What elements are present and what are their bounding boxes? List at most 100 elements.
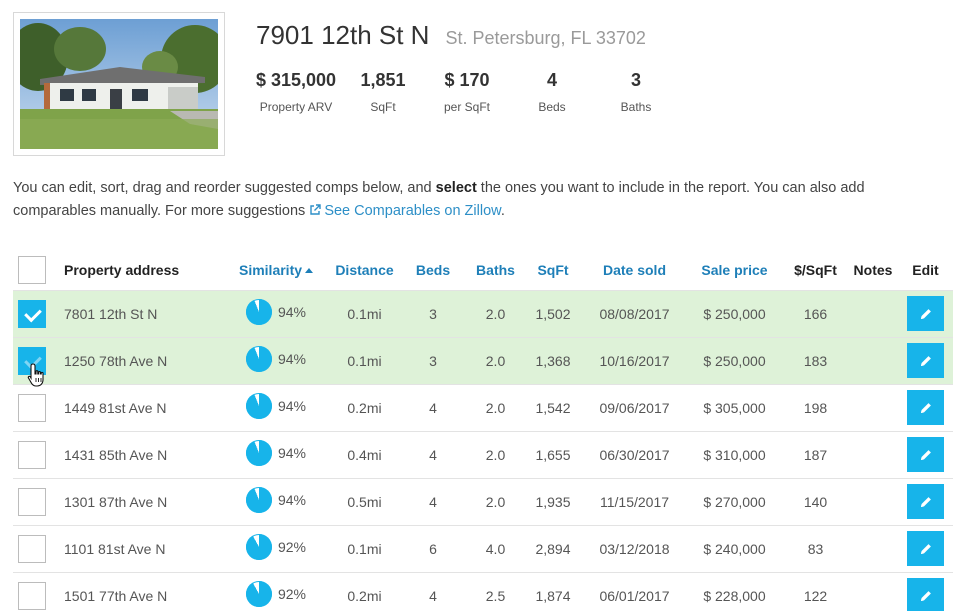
cell-baths: 2.0 bbox=[468, 430, 523, 478]
similarity-value: 94% bbox=[277, 304, 307, 320]
cell-sqft: 1,655 bbox=[523, 430, 583, 478]
property-photo bbox=[20, 19, 218, 149]
cell-baths: 2.5 bbox=[468, 571, 523, 611]
property-city: St. Petersburg, FL 33702 bbox=[445, 28, 646, 48]
cell-date-sold: 06/01/2017 bbox=[583, 571, 686, 611]
pencil-icon bbox=[920, 543, 931, 554]
cell-distance: 0.1mi bbox=[331, 524, 398, 572]
pencil-icon bbox=[920, 308, 931, 319]
row-checkbox[interactable] bbox=[18, 440, 46, 469]
header-date-sold[interactable]: Date sold bbox=[583, 250, 686, 290]
cell-similarity: 94% bbox=[221, 430, 331, 478]
row-select-cell bbox=[13, 477, 51, 525]
edit-button[interactable] bbox=[907, 484, 944, 519]
similarity-pie-icon bbox=[245, 393, 272, 419]
cell-notes bbox=[848, 289, 898, 337]
property-header: 7901 12th St N St. Petersburg, FL 33702 bbox=[256, 20, 646, 51]
cell-baths: 2.0 bbox=[468, 336, 523, 384]
cell-baths: 2.0 bbox=[468, 383, 523, 431]
similarity-value: 94% bbox=[277, 445, 307, 461]
similarity-pie-icon bbox=[245, 487, 272, 513]
stat-value: $ 315,000 bbox=[255, 70, 337, 90]
stat-value: 3 bbox=[630, 70, 641, 90]
cell-similarity: 94% bbox=[221, 383, 331, 431]
cell-beds: 3 bbox=[398, 336, 468, 384]
row-checkbox[interactable] bbox=[18, 299, 46, 328]
header-price-per-sqft: $/SqFt bbox=[794, 261, 837, 278]
table-row[interactable]: 1501 77th Ave N 92% 0.2mi 4 2.5 1,874 06/01/20… bbox=[13, 571, 953, 611]
table-row[interactable]: 7801 12th St N 94% 0.1mi 3 2.0 1,502 08/08/201… bbox=[13, 289, 953, 337]
cell-address: 1301 87th Ave N bbox=[51, 477, 221, 525]
cell-date-sold: 09/06/2017 bbox=[583, 383, 686, 431]
sort-ascending-icon bbox=[305, 267, 314, 273]
row-checkbox[interactable] bbox=[18, 487, 46, 516]
table-row[interactable]: 1250 78th Ave N 94% 0.1mi 3 2.0 1,368 10/16/20… bbox=[13, 336, 953, 384]
similarity-value: 94% bbox=[277, 492, 307, 508]
header-similarity[interactable]: Similarity bbox=[221, 250, 331, 290]
cell-sqft: 1,935 bbox=[523, 477, 583, 525]
cell-beds: 4 bbox=[398, 571, 468, 611]
cell-notes bbox=[848, 430, 898, 478]
cell-price-per-sqft: 140 bbox=[783, 477, 848, 525]
header-baths[interactable]: Baths bbox=[468, 250, 523, 290]
edit-button[interactable] bbox=[907, 343, 944, 378]
cell-edit bbox=[898, 383, 953, 431]
cell-similarity: 92% bbox=[221, 571, 331, 611]
stat-baths: 3 Baths bbox=[610, 70, 662, 114]
edit-button[interactable] bbox=[907, 390, 944, 425]
stat-label: Baths bbox=[620, 100, 652, 114]
header-address[interactable]: Property address bbox=[51, 250, 221, 290]
cell-edit bbox=[898, 336, 953, 384]
cell-similarity: 94% bbox=[221, 336, 331, 384]
cell-price-per-sqft: 198 bbox=[783, 383, 848, 431]
cell-edit bbox=[898, 477, 953, 525]
cell-similarity: 92% bbox=[221, 524, 331, 572]
table-row[interactable]: 1431 85th Ave N 94% 0.4mi 4 2.0 1,655 06/30/20… bbox=[13, 430, 953, 478]
header-sqft[interactable]: SqFt bbox=[523, 250, 583, 290]
cell-sqft: 1,368 bbox=[523, 336, 583, 384]
header-distance[interactable]: Distance bbox=[331, 250, 398, 290]
similarity-value: 92% bbox=[277, 539, 307, 555]
edit-button[interactable] bbox=[907, 531, 944, 566]
row-select-cell bbox=[13, 430, 51, 478]
cell-address: 1431 85th Ave N bbox=[51, 430, 221, 478]
zillow-link-label[interactable]: See Comparables on Zillow bbox=[324, 203, 501, 219]
edit-button[interactable] bbox=[907, 437, 944, 472]
cell-beds: 3 bbox=[398, 289, 468, 337]
cell-baths: 2.0 bbox=[468, 289, 523, 337]
stat-value: 1,851 bbox=[360, 70, 406, 90]
cell-notes bbox=[848, 571, 898, 611]
edit-button[interactable] bbox=[907, 578, 944, 611]
row-checkbox[interactable] bbox=[18, 581, 46, 610]
cell-sqft: 2,894 bbox=[523, 524, 583, 572]
row-checkbox[interactable] bbox=[18, 346, 46, 375]
zillow-link[interactable]: See Comparables on Zillow bbox=[309, 203, 501, 219]
header-beds[interactable]: Beds bbox=[398, 250, 468, 290]
cell-baths: 4.0 bbox=[468, 524, 523, 572]
table-header-row: Property address Similarity Distance Bed… bbox=[13, 250, 953, 290]
cell-distance: 0.2mi bbox=[331, 571, 398, 611]
cell-price-per-sqft: 187 bbox=[783, 430, 848, 478]
property-street: 7901 12th St N bbox=[256, 20, 430, 50]
header-sale-price[interactable]: Sale price bbox=[686, 250, 783, 290]
table-row[interactable]: 1449 81st Ave N 94% 0.2mi 4 2.0 1,542 09/06/20… bbox=[13, 383, 953, 431]
stat-sqft: 1,851 SqFt bbox=[354, 70, 412, 114]
table-row[interactable]: 1301 87th Ave N 94% 0.5mi 4 2.0 1,935 11/15/20… bbox=[13, 477, 953, 525]
stat-label: per SqFt bbox=[443, 100, 491, 114]
cell-sqft: 1,502 bbox=[523, 289, 583, 337]
cell-price-per-sqft: 166 bbox=[783, 289, 848, 337]
cell-address: 7801 12th St N bbox=[51, 289, 221, 337]
select-all-checkbox[interactable] bbox=[18, 255, 46, 284]
row-checkbox[interactable] bbox=[18, 393, 46, 422]
header-similarity-label[interactable]: Similarity bbox=[239, 262, 302, 278]
cell-distance: 0.4mi bbox=[331, 430, 398, 478]
similarity-pie-icon bbox=[245, 346, 272, 372]
instructions-part: . bbox=[500, 203, 505, 219]
cell-price-per-sqft: 122 bbox=[783, 571, 848, 611]
row-checkbox[interactable] bbox=[18, 534, 46, 563]
edit-button[interactable] bbox=[907, 296, 944, 331]
row-select-cell bbox=[13, 524, 51, 572]
table-row[interactable]: 1101 81st Ave N 92% 0.1mi 6 4.0 2,894 03/12/20… bbox=[13, 524, 953, 572]
similarity-pie-icon bbox=[245, 581, 272, 608]
stat-label: Beds bbox=[538, 100, 566, 114]
